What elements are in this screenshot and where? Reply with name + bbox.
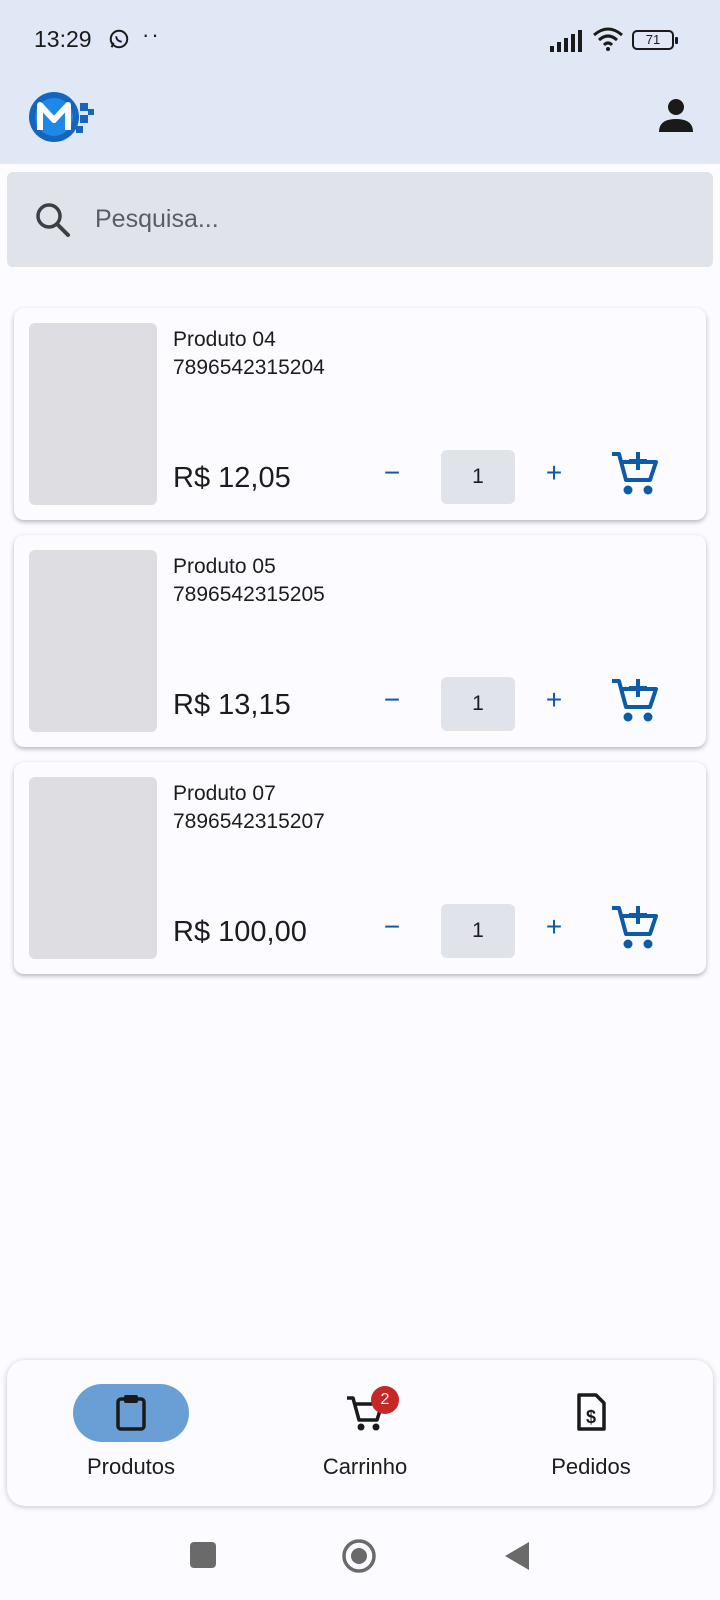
recent-apps-button[interactable]: [190, 1542, 216, 1568]
add-cart-icon: [612, 452, 658, 495]
add-to-cart-button[interactable]: [610, 675, 660, 730]
product-card: Produto 04 7896542315204 R$ 12,05 − 1 +: [14, 308, 706, 520]
back-button[interactable]: [503, 1540, 531, 1577]
nav-label: Pedidos: [551, 1454, 631, 1479]
quantity-field[interactable]: 1: [441, 450, 515, 504]
status-time: 13:29: [34, 26, 92, 52]
quantity-field[interactable]: 1: [441, 904, 515, 958]
system-navigation-bar: [0, 1512, 720, 1600]
nav-label: Carrinho: [322, 1454, 408, 1479]
cart-count-badge: 2: [371, 1386, 399, 1414]
nav-label: Produtos: [86, 1454, 176, 1479]
add-to-cart-button[interactable]: [610, 448, 660, 503]
bottom-navigation: Produtos 2 Carrinho $ Pedidos: [7, 1360, 713, 1506]
increase-quantity-button[interactable]: +: [538, 458, 570, 490]
notification-dots: ··: [142, 22, 161, 47]
search-bar[interactable]: [7, 172, 713, 267]
app-bar: [0, 82, 720, 164]
home-button[interactable]: [341, 1538, 377, 1579]
increase-quantity-button[interactable]: +: [538, 912, 570, 944]
nav-item-produtos[interactable]: Produtos: [39, 1360, 219, 1506]
signal-icon: [550, 30, 584, 57]
person-icon: [659, 99, 693, 132]
m-logo-icon: [28, 88, 98, 151]
product-code: 7896542315207: [173, 810, 325, 833]
increase-quantity-button[interactable]: +: [538, 685, 570, 717]
product-card: Produto 05 7896542315205 R$ 13,15 − 1 +: [14, 535, 706, 747]
add-to-cart-button[interactable]: [610, 902, 660, 957]
product-price: R$ 100,00: [173, 916, 307, 948]
add-cart-icon: [612, 679, 658, 722]
decrease-quantity-button[interactable]: −: [376, 458, 408, 490]
product-card: Produto 07 7896542315207 R$ 100,00 − 1 +: [14, 762, 706, 974]
product-image-placeholder: [29, 323, 157, 505]
search-icon: [33, 200, 73, 245]
receipt-dollar-icon: $: [571, 1392, 611, 1437]
product-name: Produto 07: [173, 782, 276, 805]
search-input[interactable]: [95, 196, 675, 242]
product-code: 7896542315205: [173, 583, 325, 606]
back-triangle-icon: [505, 1542, 529, 1570]
product-code: 7896542315204: [173, 356, 325, 379]
profile-button[interactable]: [656, 96, 696, 136]
product-image-placeholder: [29, 550, 157, 732]
decrease-quantity-button[interactable]: −: [376, 685, 408, 717]
home-circle-icon: [342, 1539, 376, 1573]
wifi-icon: [592, 27, 624, 56]
product-price: R$ 12,05: [173, 462, 291, 494]
battery-icon: 71: [632, 30, 678, 50]
nav-item-pedidos[interactable]: $ Pedidos: [499, 1360, 679, 1506]
nav-item-carrinho[interactable]: 2 Carrinho: [273, 1360, 453, 1506]
product-name: Produto 04: [173, 328, 276, 351]
clipboard-icon: [111, 1392, 151, 1437]
status-bar: 13:29 ·· 71: [0, 0, 720, 82]
whatsapp-icon: [108, 28, 130, 55]
product-name: Produto 05: [173, 555, 276, 578]
decrease-quantity-button[interactable]: −: [376, 912, 408, 944]
product-image-placeholder: [29, 777, 157, 959]
product-price: R$ 13,15: [173, 689, 291, 721]
quantity-field[interactable]: 1: [441, 677, 515, 731]
svg-text:$: $: [586, 1407, 596, 1427]
add-cart-icon: [612, 906, 658, 949]
